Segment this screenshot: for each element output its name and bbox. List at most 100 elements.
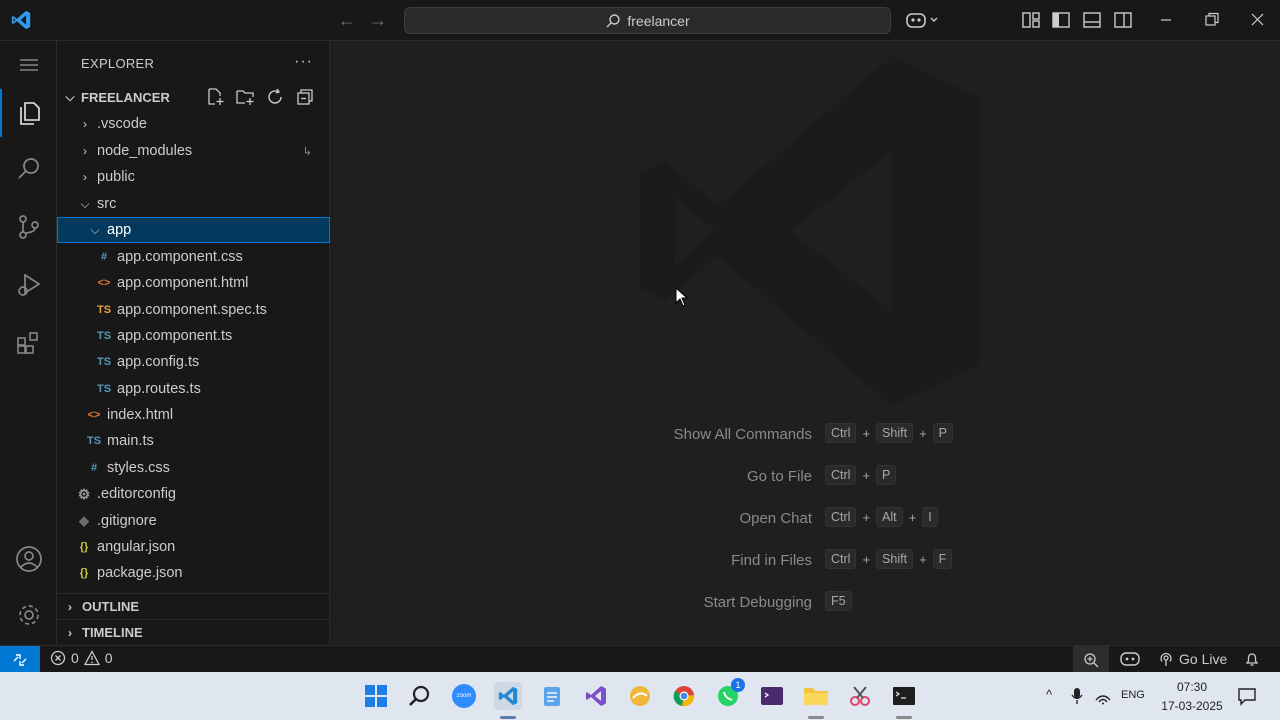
taskbar-search-icon[interactable] [406,682,434,710]
tree-item-label: .gitignore [97,513,157,529]
toggle-primary-sidebar-icon[interactable] [1051,10,1071,30]
tree-item-app-config-ts[interactable]: TS app.config.ts [57,349,330,375]
tree-item-main-ts[interactable]: TS main.ts [57,428,330,454]
remote-indicator[interactable] [0,646,40,673]
folder-app-icon[interactable] [802,682,830,710]
copilot-status-icon[interactable] [1120,651,1140,670]
tree-item-editorconfig[interactable]: ⚙ .editorconfig [57,481,330,507]
chevron-down-icon: ⌵ [80,196,90,211]
tree-item-app-component-css[interactable]: # app.component.css [57,244,330,270]
snipping-tool-app-icon[interactable] [846,682,874,710]
workspace-root-label: FREELANCER [81,89,170,105]
microphone-icon[interactable] [1071,687,1083,710]
new-file-icon[interactable] [205,87,225,107]
minimize-icon[interactable] [1157,10,1177,30]
tree-item-angular-json[interactable]: {} angular.json [57,534,330,560]
extensions-icon[interactable] [0,319,57,367]
vscode-app-icon[interactable] [494,682,522,710]
search-text: freelancer [627,12,690,29]
problems-indicator[interactable]: 0 0 [50,650,113,666]
key-cap: P [876,465,897,485]
symlink-badge: ↳ [302,145,312,158]
shortcut-label: Open Chat [739,510,812,527]
tree-item-label: package.json [97,565,183,581]
chevron-right-icon: › [68,599,72,614]
gear-icon: ⚙ [77,485,91,502]
explorer-sidebar: EXPLORER ··· ⌵ FREELANCER › .vscode › no… [57,41,330,645]
clock[interactable]: 07:30 17-03-2025 [1156,678,1228,716]
git-diamond-icon: ◆ [79,513,89,528]
search-icon[interactable] [0,145,57,193]
account-icon[interactable] [0,535,57,583]
remote-icon [13,653,27,666]
search-icon [606,13,621,27]
more-actions-icon[interactable]: ··· [294,53,313,71]
go-live-button[interactable]: Go Live [1158,651,1227,667]
visual-studio-app-icon[interactable] [582,682,610,710]
tree-item-label: .vscode [97,116,147,132]
refresh-icon[interactable] [265,87,285,107]
tree-item-node-modules[interactable]: › node_modules ↳ [57,138,330,164]
source-control-icon[interactable] [0,203,57,251]
shortcut-show-all-commands: Show All Commands Ctrl + Shift + P [660,423,1280,447]
tree-item-app-component-html[interactable]: <> app.component.html [57,270,330,296]
editor-empty-area[interactable]: Show All Commands Ctrl + Shift + P Go to F… [330,41,1280,645]
notifications-bell-icon[interactable] [1244,651,1260,670]
restore-icon[interactable] [1202,10,1222,30]
menu-icon[interactable] [0,41,57,89]
chevron-down-icon: ⌵ [65,89,75,104]
run-debug-icon[interactable] [0,261,57,309]
file-explorer-app-icon[interactable] [626,682,654,710]
copilot-icon[interactable] [906,10,940,30]
whatsapp-app-icon[interactable]: 1 [714,678,745,710]
zoom-app-icon[interactable]: zoom [450,682,478,710]
explorer-icon[interactable] [0,89,57,137]
tree-item-src[interactable]: ⌵ src [57,191,330,217]
notification-center-icon[interactable] [1237,686,1257,711]
shortcut-open-chat: Open Chat Ctrl + Alt + I [660,507,1280,531]
tree-item-package-json[interactable]: {} package.json [57,560,330,586]
tree-item-gitignore[interactable]: ◆ .gitignore [57,508,330,534]
close-icon[interactable] [1248,10,1268,30]
toggle-secondary-sidebar-icon[interactable] [1113,10,1133,30]
notepad-app-icon[interactable] [538,682,566,710]
tree-item-styles-css[interactable]: # styles.css [57,455,330,481]
collapse-all-icon[interactable] [295,87,315,107]
tree-item-public[interactable]: › public [57,164,330,190]
shortcut-label: Show All Commands [673,426,812,443]
zoom-indicator[interactable] [1073,646,1109,673]
command-prompt-app-icon[interactable] [890,682,918,710]
back-arrow-icon[interactable]: ← [338,10,356,31]
tree-item-label: app [107,222,132,238]
tree-item-app-routes-ts[interactable]: TS app.routes.ts [57,376,330,402]
wifi-icon[interactable] [1094,687,1112,710]
new-folder-icon[interactable] [235,87,255,107]
ts-spec-file-icon: TS [96,304,112,316]
tree-item-app-component-spec-ts[interactable]: TS app.component.spec.ts [57,297,330,323]
outline-section[interactable]: › OUTLINE [57,593,330,619]
windows-start-icon[interactable] [362,682,390,710]
mouse-cursor-icon [675,287,689,307]
toggle-panel-icon[interactable] [1082,10,1102,30]
forward-arrow-icon[interactable]: → [369,10,387,31]
active-app-indicator [500,716,516,719]
key-cap: Alt [876,507,903,527]
terminal-app-icon[interactable] [758,682,786,710]
tree-item-app-component-ts[interactable]: TS app.component.ts [57,323,330,349]
timeline-section[interactable]: › TIMELINE [57,619,330,645]
show-hidden-icons-chevron-icon[interactable]: ^ [1046,687,1052,702]
chrome-app-icon[interactable] [670,682,698,710]
tree-item-vscode[interactable]: › .vscode [57,111,330,137]
tree-item-label: app.config.ts [117,354,200,370]
tree-item-app[interactable]: ⌵ app [57,217,330,243]
language-indicator[interactable]: ENG [1121,689,1145,701]
command-center-search[interactable]: freelancer [404,7,891,34]
ts-file-icon: TS [96,356,112,368]
key-cap: Shift [876,423,914,443]
settings-gear-icon[interactable] [0,591,57,639]
error-count: 0 [71,650,79,666]
key-cap: Ctrl [825,507,857,527]
tree-item-index-html[interactable]: <> index.html [57,402,330,428]
customize-layout-icon[interactable] [1021,10,1041,30]
shortcut-find-in-files: Find in Files Ctrl + Shift + F [660,549,1280,573]
